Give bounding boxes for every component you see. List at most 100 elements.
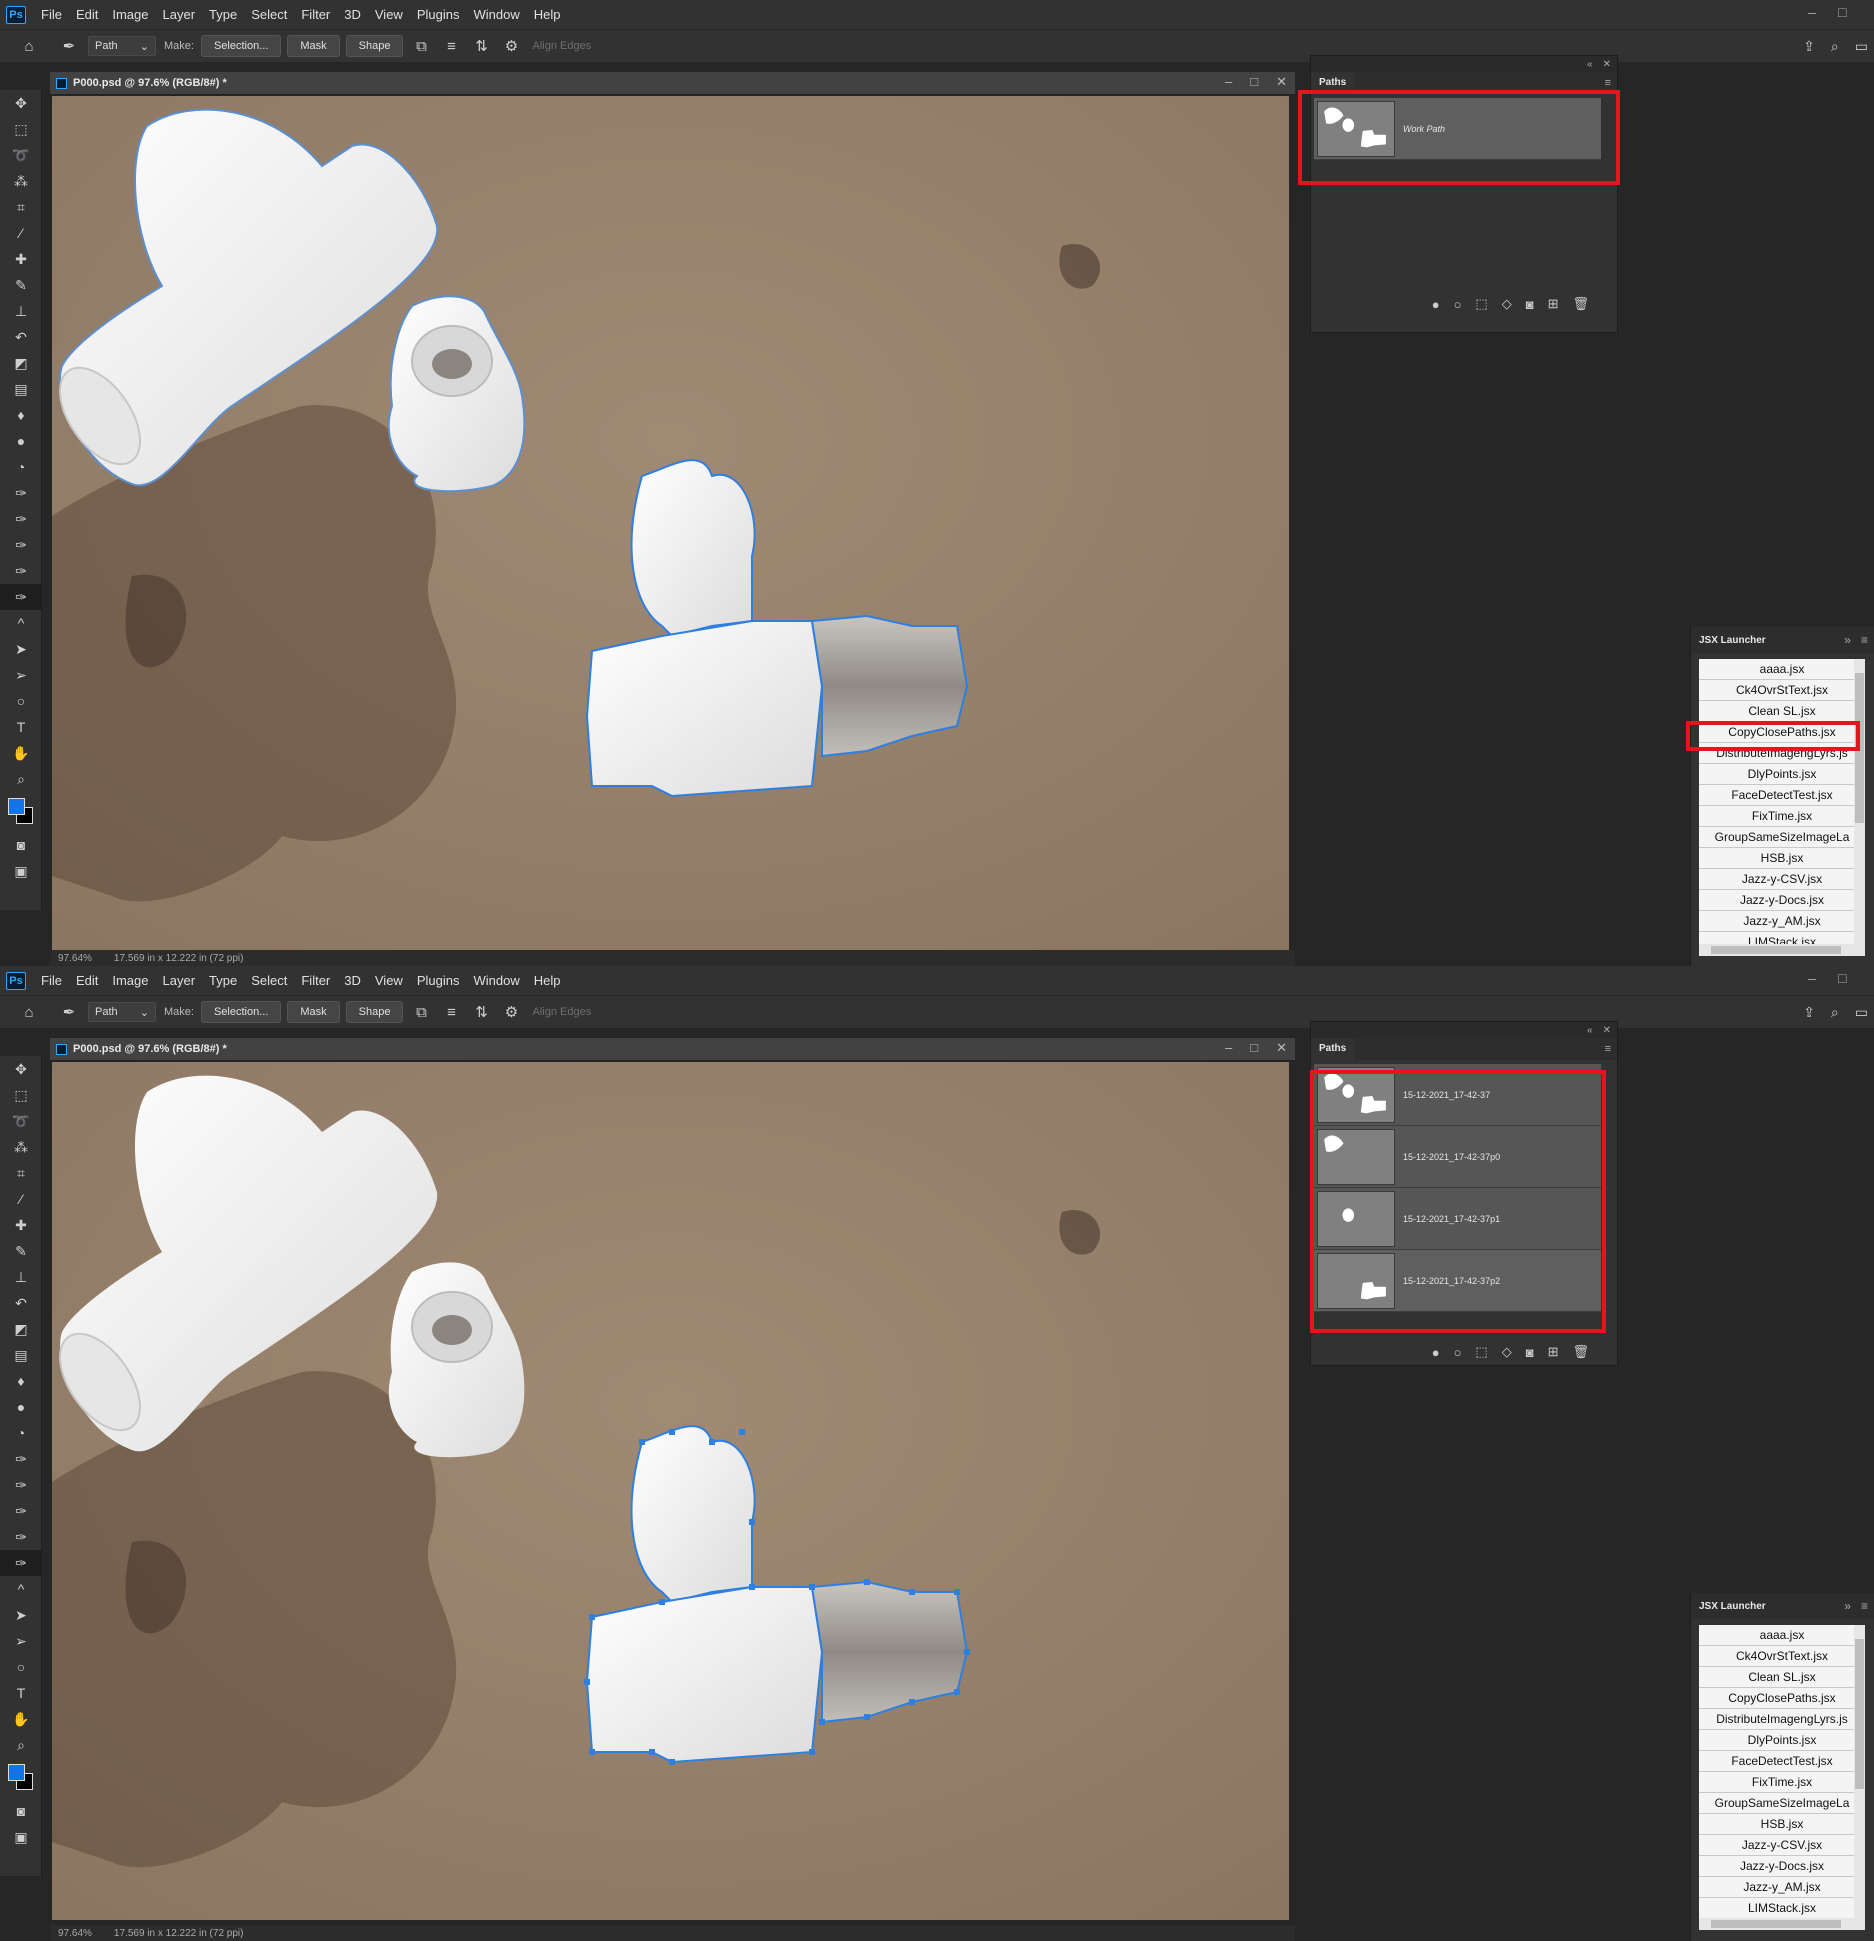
jsx-script-list[interactable]: aaaa.jsx Ck4OvrStText.jsx Clean SL.jsx C…: [1699, 1625, 1865, 1918]
convert-point-tool-icon[interactable]: ^: [0, 610, 42, 636]
panel-menu-icon[interactable]: ≡: [1605, 1043, 1611, 1055]
doc-close-icon[interactable]: ✕: [1276, 74, 1287, 90]
trash-icon[interactable]: 🗑: [1572, 296, 1589, 312]
foreground-color-swatch[interactable]: [8, 1764, 25, 1781]
gradient-tool-icon[interactable]: ▤: [0, 376, 42, 402]
doc-minimize-icon[interactable]: –: [1225, 74, 1232, 90]
pen-tool-icon[interactable]: ✑: [0, 1446, 42, 1472]
freeform-pen-tool-icon[interactable]: ✑: [0, 1472, 42, 1498]
make-work-path-icon[interactable]: ◇: [1502, 1344, 1512, 1360]
gradient-tool-icon[interactable]: ▤: [0, 1342, 42, 1368]
menu-layer[interactable]: Layer: [156, 973, 203, 988]
jsx-item[interactable]: HSB.jsx: [1699, 848, 1865, 869]
clone-stamp-tool-icon[interactable]: ⊥: [0, 298, 42, 324]
menu-help[interactable]: Help: [527, 7, 568, 22]
fill-path-icon[interactable]: ●: [1432, 297, 1440, 312]
panel-menu-icon[interactable]: ≡: [1605, 77, 1611, 89]
home-icon[interactable]: ⌂: [18, 1001, 40, 1023]
workspace-icon[interactable]: ▭: [1855, 1004, 1868, 1021]
document-tab[interactable]: P000.psd @ 97.6% (RGB/8#) * – □ ✕: [50, 72, 1295, 95]
path-row-selected[interactable]: 15-12-2021_17-42-37p2: [1314, 1250, 1601, 1312]
jsx-item[interactable]: FixTime.jsx: [1699, 806, 1865, 827]
minimize-icon[interactable]: –: [1808, 4, 1816, 20]
path-mode-dropdown[interactable]: Path ⌄: [88, 36, 156, 56]
jsx-menu-icon[interactable]: ≡: [1861, 633, 1868, 647]
jsx-item[interactable]: LIMStack.jsx: [1699, 1898, 1865, 1918]
jsx-item-copyclosepaths[interactable]: CopyClosePaths.jsx: [1699, 1688, 1865, 1709]
jsx-item[interactable]: Ck4OvrStText.jsx: [1699, 680, 1865, 701]
menu-plugins[interactable]: Plugins: [410, 7, 467, 22]
hand-tool-icon[interactable]: ✋: [0, 1706, 42, 1732]
add-mask-icon[interactable]: ◙: [1526, 297, 1534, 312]
fill-path-icon[interactable]: ●: [1432, 1345, 1440, 1360]
jsx-hscroll-thumb[interactable]: [1711, 946, 1841, 954]
menu-edit[interactable]: Edit: [69, 973, 105, 988]
document-canvas[interactable]: [52, 1062, 1289, 1920]
pen-tool-preset-icon[interactable]: ✒: [58, 1001, 80, 1023]
menu-type[interactable]: Type: [202, 973, 244, 988]
brush-tool-icon[interactable]: ✎: [0, 1238, 42, 1264]
jsx-item[interactable]: Jazz-y-CSV.jsx: [1699, 1835, 1865, 1856]
menu-file[interactable]: File: [34, 973, 69, 988]
make-work-path-icon[interactable]: ◇: [1502, 296, 1512, 312]
gear-icon[interactable]: ⚙: [500, 1001, 522, 1023]
jsx-item[interactable]: FaceDetectTest.jsx: [1699, 785, 1865, 806]
direct-selection-tool-icon[interactable]: ➢: [0, 1628, 42, 1654]
shape-button[interactable]: Shape: [345, 35, 404, 57]
menu-3d[interactable]: 3D: [337, 7, 368, 22]
gear-icon[interactable]: ⚙: [500, 35, 522, 57]
path-arrangement-icon[interactable]: ⇅: [470, 35, 492, 57]
jsx-item[interactable]: Jazz-y-Docs.jsx: [1699, 1856, 1865, 1877]
jsx-item[interactable]: FixTime.jsx: [1699, 1772, 1865, 1793]
menu-image[interactable]: Image: [105, 973, 155, 988]
menu-type[interactable]: Type: [202, 7, 244, 22]
jsx-item[interactable]: DlyPoints.jsx: [1699, 764, 1865, 785]
path-operations-icon[interactable]: ⧉: [410, 35, 432, 57]
crop-tool-icon[interactable]: ⌗: [0, 1160, 42, 1186]
share-icon[interactable]: ⇪: [1803, 1004, 1815, 1021]
jsx-item[interactable]: FaceDetectTest.jsx: [1699, 1751, 1865, 1772]
jsx-scrollbar[interactable]: [1854, 1625, 1865, 1918]
menu-edit[interactable]: Edit: [69, 7, 105, 22]
expand-icon[interactable]: »: [1844, 1599, 1851, 1613]
magic-wand-tool-icon[interactable]: ⁂: [0, 1134, 42, 1160]
stroke-path-icon[interactable]: ○: [1454, 1345, 1462, 1360]
doc-maximize-icon[interactable]: □: [1250, 1040, 1258, 1056]
dodge-tool-icon[interactable]: ◔: [0, 454, 42, 480]
stroke-path-icon[interactable]: ○: [1454, 297, 1462, 312]
jsx-item[interactable]: DistributeImagengLyrs.js: [1699, 1709, 1865, 1730]
jsx-item[interactable]: Clean SL.jsx: [1699, 1667, 1865, 1688]
lasso-tool-icon[interactable]: ➰: [0, 142, 42, 168]
path-alignment-icon[interactable]: ≡: [440, 1001, 462, 1023]
type-tool-icon[interactable]: T: [0, 714, 42, 740]
history-brush-tool-icon[interactable]: ↶: [0, 324, 42, 350]
collapse-icon[interactable]: «: [1587, 59, 1593, 70]
jsx-item[interactable]: Ck4OvrStText.jsx: [1699, 1646, 1865, 1667]
jsx-hscroll-thumb[interactable]: [1711, 1920, 1841, 1928]
share-icon[interactable]: ⇪: [1803, 38, 1815, 55]
quick-mask-icon[interactable]: ◙: [0, 1798, 42, 1824]
lasso-tool-icon[interactable]: ➰: [0, 1108, 42, 1134]
paths-tab[interactable]: Paths: [1311, 72, 1355, 94]
paths-tab[interactable]: Paths: [1311, 1038, 1355, 1060]
path-row[interactable]: 15-12-2021_17-42-37p1: [1314, 1188, 1601, 1250]
add-anchor-tool-icon[interactable]: ✑: [0, 558, 42, 584]
menu-plugins[interactable]: Plugins: [410, 973, 467, 988]
jsx-item[interactable]: Jazz-y-CSV.jsx: [1699, 869, 1865, 890]
jsx-menu-icon[interactable]: ≡: [1861, 1599, 1868, 1613]
eyedropper-tool-icon[interactable]: ⁄: [0, 220, 42, 246]
color-swatches[interactable]: [0, 792, 42, 832]
jsx-item-copyclosepaths[interactable]: CopyClosePaths.jsx: [1699, 722, 1865, 743]
expand-icon[interactable]: »: [1844, 633, 1851, 647]
eyedropper-tool-icon[interactable]: ⁄: [0, 1186, 42, 1212]
crop-tool-icon[interactable]: ⌗: [0, 194, 42, 220]
path-operations-icon[interactable]: ⧉: [410, 1001, 432, 1023]
healing-brush-tool-icon[interactable]: ✚: [0, 246, 42, 272]
jsx-item[interactable]: GroupSameSizeImageLa: [1699, 1793, 1865, 1814]
path-selection-tool-icon[interactable]: ➤: [0, 636, 42, 662]
type-tool-icon[interactable]: T: [0, 1680, 42, 1706]
marquee-tool-icon[interactable]: ⬚: [0, 116, 42, 142]
freeform-pen-tool-icon[interactable]: ✑: [0, 506, 42, 532]
jsx-hscrollbar[interactable]: [1699, 944, 1865, 956]
pen-tool-icon[interactable]: ✑: [0, 480, 42, 506]
